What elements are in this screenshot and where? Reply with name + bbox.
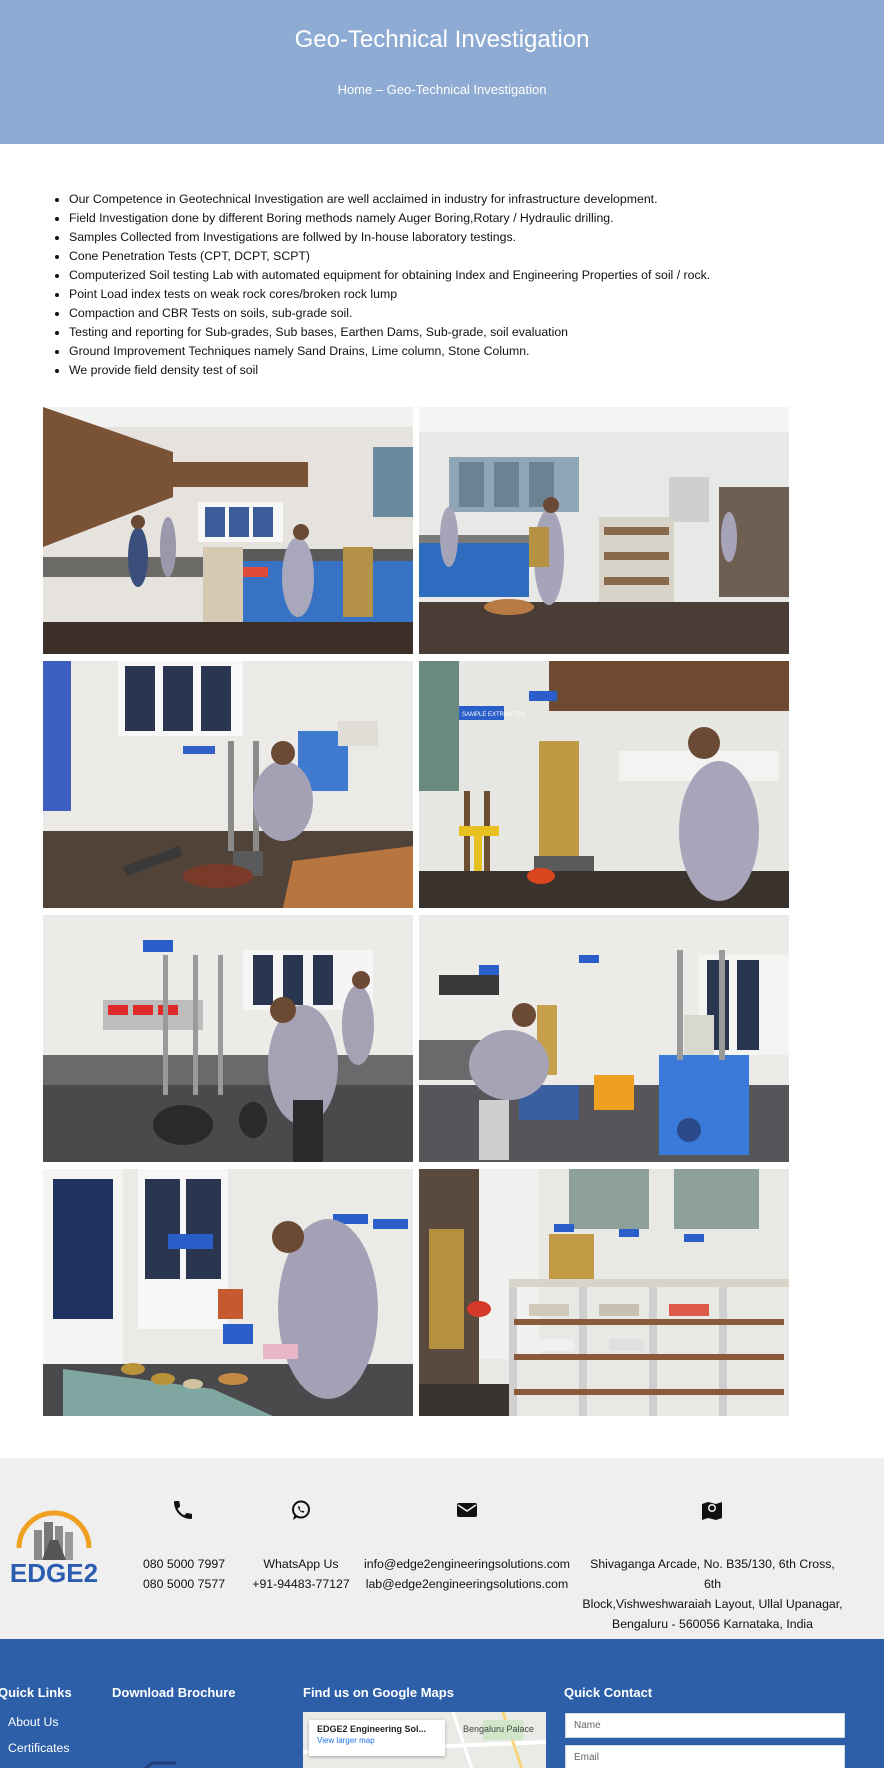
whatsapp-number[interactable]: +91-94483-77127 xyxy=(241,1574,361,1594)
email-info[interactable]: info@edge2engineeringsolutions.com xyxy=(360,1554,574,1574)
address: Shivaganga Arcade, No. B35/130, 6th Cros… xyxy=(580,1554,845,1634)
lab-photo-3[interactable] xyxy=(43,661,413,908)
lab-photo-6-image xyxy=(419,915,789,1162)
lab-photo-8-image xyxy=(419,1169,789,1416)
list-item: Our Competence in Geotechnical Investiga… xyxy=(69,190,849,209)
lab-photo-6[interactable] xyxy=(419,915,789,1162)
breadcrumb-current: Geo-Technical Investigation xyxy=(386,82,547,97)
phone-2[interactable]: 080 5000 7577 xyxy=(134,1574,234,1594)
map-info-card: EDGE2 Engineering Sol... View larger map xyxy=(309,1720,445,1756)
list-item: Ground Improvement Techniques namely San… xyxy=(69,342,849,361)
list-item: Testing and reporting for Sub-grades, Su… xyxy=(69,323,849,342)
map-card-title: EDGE2 Engineering Sol... xyxy=(317,1724,427,1734)
lab-photo-5[interactable] xyxy=(43,915,413,1162)
whatsapp-contact: WhatsApp Us +91-94483-77127 xyxy=(241,1554,361,1594)
page-title: Geo-Technical Investigation xyxy=(294,26,590,53)
lab-photo-4[interactable]: SAMPLE EXTRACTOR xyxy=(419,661,789,908)
breadcrumb-separator: – xyxy=(372,82,387,97)
name-field[interactable] xyxy=(565,1713,845,1738)
lab-photo-5-image xyxy=(43,915,413,1162)
sign-sample-extractor: SAMPLE EXTRACTOR xyxy=(462,712,526,718)
download-brochure-heading: Download Brochure xyxy=(112,1685,236,1700)
lab-photo-1-image xyxy=(43,407,413,654)
footer-link-about-us[interactable]: About Us xyxy=(8,1715,59,1729)
breadcrumb-home-link[interactable]: Home xyxy=(338,82,373,97)
lab-photo-7[interactable] xyxy=(43,1169,413,1416)
quick-links-heading: Quick Links xyxy=(0,1685,72,1700)
map-icon xyxy=(702,1502,722,1520)
lab-photo-3-image xyxy=(43,661,413,908)
address-line-1: Shivaganga Arcade, No. B35/130, 6th Cros… xyxy=(590,1557,835,1591)
list-item: Samples Collected from Investigations ar… xyxy=(69,228,849,247)
lab-photo-4-image: SAMPLE EXTRACTOR xyxy=(419,661,789,908)
phone-icon xyxy=(174,1501,192,1519)
breadcrumb: Home – Geo-Technical Investigation xyxy=(0,82,884,97)
lab-photo-7-image xyxy=(43,1169,413,1416)
lab-photo-1[interactable] xyxy=(43,407,413,654)
site-footer: Quick Links About Us Certificates Downlo… xyxy=(0,1639,884,1768)
logo-text: EDGE2 xyxy=(10,1558,98,1588)
quick-contact-heading: Quick Contact xyxy=(564,1685,653,1700)
whatsapp-label[interactable]: WhatsApp Us xyxy=(241,1554,361,1574)
address-line-3: Bengaluru - 560056 Karnataka, India xyxy=(612,1617,813,1631)
phone-1[interactable]: 080 5000 7997 xyxy=(134,1554,234,1574)
lab-photo-8[interactable] xyxy=(419,1169,789,1416)
map-place-label: Bengaluru Palace xyxy=(463,1724,535,1734)
view-larger-map-link[interactable]: View larger map xyxy=(317,1736,437,1745)
list-item: Computerized Soil testing Lab with autom… xyxy=(69,266,849,285)
list-item: Point Load index tests on weak rock core… xyxy=(69,285,849,304)
lab-photo-2[interactable] xyxy=(419,407,789,654)
whatsapp-icon xyxy=(292,1500,310,1520)
footer-link-certificates[interactable]: Certificates xyxy=(8,1741,70,1755)
brochure-download-icon[interactable] xyxy=(136,1759,180,1768)
lab-photo-2-image xyxy=(419,407,789,654)
list-item: Field Investigation done by different Bo… xyxy=(69,209,849,228)
email-field[interactable] xyxy=(565,1745,845,1768)
list-item: Cone Penetration Tests (CPT, DCPT, SCPT) xyxy=(69,247,849,266)
page-banner: Geo-Technical Investigation Home – Geo-T… xyxy=(0,0,884,144)
edge2-logo[interactable]: EDGE2 xyxy=(4,1500,104,1590)
contact-strip: EDGE2 080 5000 7997 080 5000 7577 WhatsA… xyxy=(0,1458,884,1639)
envelope-icon xyxy=(457,1503,477,1517)
list-item: Compaction and CBR Tests on soils, sub-g… xyxy=(69,304,849,323)
email-contact: info@edge2engineeringsolutions.com lab@e… xyxy=(360,1554,574,1594)
google-maps-heading: Find us on Google Maps xyxy=(303,1685,454,1700)
address-line-2: Block,Vishweshwaraiah Layout, Ullal Upan… xyxy=(582,1597,843,1611)
competence-list: Our Competence in Geotechnical Investiga… xyxy=(69,190,849,380)
email-lab[interactable]: lab@edge2engineeringsolutions.com xyxy=(360,1574,574,1594)
list-item: We provide field density test of soil xyxy=(69,361,849,380)
phone-numbers: 080 5000 7997 080 5000 7577 xyxy=(134,1554,234,1594)
google-map-embed[interactable]: EDGE2 Engineering Sol... View larger map… xyxy=(303,1712,546,1768)
